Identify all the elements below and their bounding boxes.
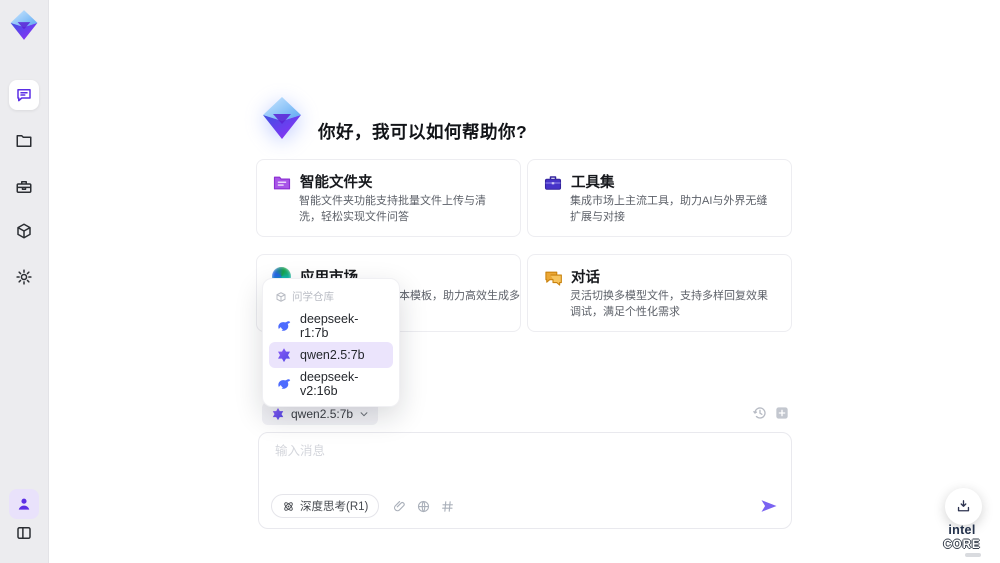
attachment-button[interactable] xyxy=(392,499,407,514)
composer-toolbar: 深度思考(R1) xyxy=(271,494,779,518)
model-option-qwen[interactable]: qwen2.5:7b xyxy=(269,342,393,368)
sidebar-item-apps[interactable] xyxy=(9,216,39,246)
message-composer: 深度思考(R1) xyxy=(258,432,792,529)
atom-icon xyxy=(284,501,293,511)
core-text: core xyxy=(943,539,981,551)
paperclip-icon xyxy=(394,500,406,511)
core-sub-badge xyxy=(965,553,981,557)
model-dropdown-header: 问学仓库 xyxy=(263,287,399,310)
card-desc-partial: 本模板，助力高效生成多 xyxy=(399,290,520,302)
sidebar-item-chat[interactable] xyxy=(9,80,39,110)
card-toolset[interactable]: 工具集 集成市场上主流工具，助力AI与外界无缝扩展与对接 xyxy=(527,159,792,237)
model-option-label: qwen2.5:7b xyxy=(300,348,365,362)
send-icon xyxy=(761,500,777,512)
greeting-logo-icon xyxy=(258,94,306,142)
qwen-icon xyxy=(272,407,284,420)
card-dialogue[interactable]: 对话 灵活切换多模型文件，支持多样回复效果调试，满足个性化需求 xyxy=(527,254,792,332)
panel-toggle-icon xyxy=(17,527,31,539)
repository-icon xyxy=(276,291,286,302)
model-option-deepseek-v2[interactable]: deepseek-v2:16b xyxy=(269,370,393,398)
sidebar-item-folders[interactable] xyxy=(9,126,39,156)
model-option-label: deepseek-r1:7b xyxy=(300,312,359,340)
qwen-icon xyxy=(278,348,290,363)
model-option-deepseek-r1[interactable]: deepseek-r1:7b xyxy=(269,312,393,340)
sidebar-item-settings[interactable] xyxy=(9,262,39,292)
intel-text: intel xyxy=(948,523,976,537)
card-desc: 智能文件夹功能支持批量文件上传与清洗，轻松实现文件问答 xyxy=(299,195,486,223)
model-dropdown: 问学仓库 deepseek-r1:7b qwen2.5:7b deepseek-… xyxy=(262,278,400,407)
deep-think-toggle[interactable]: 深度思考(R1) xyxy=(271,494,380,518)
sidebar-item-tools[interactable] xyxy=(9,172,39,202)
sidebar-item-profile[interactable] xyxy=(9,489,39,519)
globe-button[interactable] xyxy=(416,499,431,514)
globe-icon xyxy=(418,500,430,512)
message-input[interactable] xyxy=(273,443,757,459)
dialogue-icon xyxy=(543,268,563,288)
chevron-down-icon xyxy=(360,411,368,416)
model-dropdown-header-label: 问学仓库 xyxy=(292,291,334,303)
app-window: 你好，我可以如何帮助你? 智能文件夹 智能文件夹功能支持批量文件上传与清洗，轻松… xyxy=(0,0,1000,563)
user-icon xyxy=(18,498,30,510)
deep-think-label: 深度思考(R1) xyxy=(300,501,369,513)
card-title: 工具集 xyxy=(571,175,615,191)
card-title: 智能文件夹 xyxy=(300,175,373,191)
model-selector-label: qwen2.5:7b xyxy=(291,406,354,421)
cube-icon xyxy=(17,223,31,239)
folder-icon xyxy=(16,135,32,147)
send-button[interactable] xyxy=(759,496,779,516)
page-title: 你好，我可以如何帮助你? xyxy=(318,121,528,142)
download-fab[interactable] xyxy=(945,488,982,525)
intel-core-logo: intel core xyxy=(931,523,993,557)
new-chat-icon xyxy=(776,407,788,419)
sidebar-item-collapse[interactable] xyxy=(9,518,39,548)
download-icon xyxy=(957,500,970,512)
chat-icon xyxy=(17,89,31,102)
hash-icon xyxy=(442,500,454,512)
card-title: 对话 xyxy=(571,270,600,286)
model-option-label: deepseek-v2:16b xyxy=(300,370,359,398)
briefcase-icon xyxy=(16,181,32,193)
prompt-grid-button[interactable] xyxy=(440,499,455,514)
deepseek-whale-icon xyxy=(278,379,291,389)
deepseek-whale-icon xyxy=(278,321,291,331)
card-desc: 灵活切换多模型文件，支持多样回复效果调试，满足个性化需求 xyxy=(570,290,768,318)
gear-icon xyxy=(16,269,32,285)
card-desc: 集成市场上主流工具，助力AI与外界无缝扩展与对接 xyxy=(570,195,768,223)
app-logo-icon xyxy=(7,8,41,42)
new-chat-button[interactable] xyxy=(774,405,790,421)
smart-folder-icon xyxy=(272,173,292,193)
sidebar xyxy=(0,0,49,563)
toolset-icon xyxy=(543,173,563,193)
history-button[interactable] xyxy=(752,405,768,421)
card-smart-folder[interactable]: 智能文件夹 智能文件夹功能支持批量文件上传与清洗，轻松实现文件问答 xyxy=(256,159,521,237)
history-icon xyxy=(753,407,766,419)
